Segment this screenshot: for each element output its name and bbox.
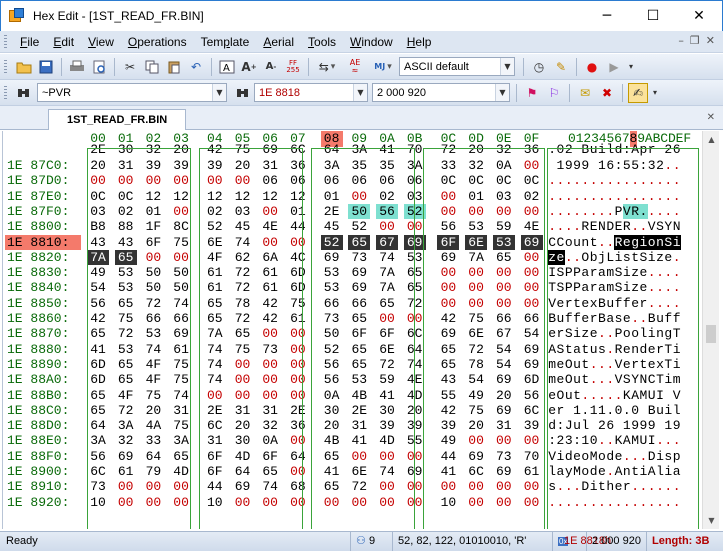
cut-icon[interactable]: ✂ bbox=[120, 57, 140, 77]
record-icon[interactable]: ● bbox=[582, 57, 602, 77]
mdi-restore-icon[interactable]: ❐ bbox=[690, 34, 700, 47]
display-mode-icon[interactable]: FF 255 bbox=[283, 57, 303, 77]
save-icon[interactable] bbox=[36, 57, 56, 77]
toolbar-grip[interactable] bbox=[4, 85, 7, 100]
status-length: Length: 3B bbox=[646, 532, 723, 551]
endian-icon[interactable]: ⇆ ▾ bbox=[314, 57, 340, 77]
menu-tools[interactable]: Tools bbox=[301, 32, 343, 52]
search-toolbar: ~PVR ▼ 1E 8818 ▼ 2 000 920 ▼ ⚑ ⚐ ✉ ✖ ✍ ▾ bbox=[0, 80, 723, 106]
clock-icon[interactable]: ◷ bbox=[529, 57, 549, 77]
menu-bar: File Edit View Operations Template Aerial Tool… bbox=[0, 31, 723, 53]
status-decimal: 2 000 920 bbox=[586, 532, 646, 551]
menu-window[interactable]: Window bbox=[343, 32, 400, 52]
minimize-icon: ─ bbox=[602, 8, 612, 24]
chevron-down-icon[interactable]: ▼ bbox=[500, 58, 514, 75]
char-set-value: ASCII default bbox=[404, 60, 469, 73]
search-input[interactable]: ~PVR ▼ bbox=[37, 83, 227, 102]
undo-icon[interactable]: ↶ bbox=[186, 57, 206, 77]
font-increase-icon[interactable]: A + bbox=[239, 57, 259, 77]
decimal-value: 2 000 920 bbox=[377, 86, 426, 99]
menu-edit[interactable]: Edit bbox=[46, 32, 81, 52]
close-button[interactable]: ✕ bbox=[676, 1, 722, 31]
clear-bookmarks-icon[interactable]: ✖ bbox=[597, 83, 617, 103]
title-bar: Hex Edit - [1ST_READ_FR.BIN] ─ ☐ ✕ bbox=[0, 0, 723, 31]
window-title: Hex Edit - [1ST_READ_FR.BIN] bbox=[33, 9, 204, 23]
toolbar-grip[interactable] bbox=[4, 59, 7, 74]
maximize-icon: ☐ bbox=[646, 8, 660, 24]
column-group-frame bbox=[311, 148, 415, 529]
maximize-button[interactable]: ☐ bbox=[630, 1, 676, 31]
scroll-thumb[interactable] bbox=[706, 325, 716, 343]
open-icon[interactable] bbox=[14, 57, 34, 77]
column-group-frame bbox=[423, 148, 545, 529]
status-line: ⚇ 9 bbox=[350, 532, 390, 551]
minimize-button[interactable]: ─ bbox=[584, 1, 630, 31]
svg-text:A: A bbox=[223, 63, 230, 74]
column-group-frame bbox=[547, 148, 699, 529]
chevron-down-icon[interactable]: ▼ bbox=[495, 84, 509, 101]
tab-1st-read-fr-bin[interactable]: 1ST_READ_FR.BIN bbox=[48, 109, 187, 130]
scroll-up-icon[interactable]: ▲ bbox=[703, 131, 720, 148]
font-decrease-icon[interactable]: A- bbox=[261, 57, 281, 77]
menu-operations[interactable]: Operations bbox=[121, 32, 194, 52]
menu-view[interactable]: View bbox=[81, 32, 121, 52]
play-icon[interactable]: ▶ bbox=[604, 57, 624, 77]
paste-icon[interactable] bbox=[164, 57, 184, 77]
document-tab-strip: 1ST_READ_FR.BIN ✕ bbox=[0, 106, 723, 130]
chevron-down-icon[interactable]: ▼ bbox=[353, 84, 367, 101]
highlight-icon[interactable]: ✎ bbox=[551, 57, 571, 77]
scroll-down-icon[interactable]: ▼ bbox=[703, 512, 720, 529]
menu-template[interactable]: Template bbox=[194, 32, 257, 52]
print-preview-icon[interactable] bbox=[89, 57, 109, 77]
close-icon: ✕ bbox=[693, 8, 705, 24]
address-input[interactable]: 1E 8818 ▼ bbox=[254, 83, 368, 102]
copy-icon[interactable] bbox=[142, 57, 162, 77]
column-group-frame bbox=[87, 148, 191, 529]
bookmark-next-icon[interactable]: ⚐ bbox=[544, 83, 564, 103]
main-toolbar: ✂ ↶ A A + A- FF 255 ⇆ ▾ AE ≈ MJ ▾ ASCII defau… bbox=[0, 54, 723, 80]
menu-aerial[interactable]: Aerial bbox=[256, 32, 301, 52]
font-icon[interactable]: A bbox=[217, 57, 237, 77]
mdi-close-icon[interactable]: ✕ bbox=[706, 34, 715, 47]
search-icon[interactable] bbox=[14, 83, 34, 103]
chevron-down-icon[interactable]: ▼ bbox=[212, 84, 226, 101]
menu-help[interactable]: Help bbox=[400, 32, 439, 52]
bookmarks-icon[interactable]: ✉ bbox=[575, 83, 595, 103]
hex-edit-app-icon[interactable] bbox=[9, 8, 25, 24]
toolbar-options-icon[interactable]: ▾ bbox=[650, 83, 660, 103]
print-icon[interactable] bbox=[67, 57, 87, 77]
status-values: 52, 82, 122, 01010010, 'R' bbox=[392, 532, 552, 551]
toolbar-options-icon[interactable]: ▾ bbox=[626, 57, 636, 77]
binoculars-icon: ⚇ bbox=[356, 535, 366, 547]
ebcdic-icon[interactable]: AE ≈ bbox=[342, 57, 368, 77]
hex-editor-view[interactable]: 00 01 02 03 04 05 06 07 08 09 0A 0B 0C 0D 0E 0F 01234567… bbox=[2, 131, 702, 529]
address-value: 1E 8818 bbox=[259, 86, 300, 99]
menu-grip[interactable] bbox=[4, 34, 7, 49]
char-set-select[interactable]: ASCII default ▼ bbox=[399, 57, 515, 76]
close-tab-icon[interactable]: ✕ bbox=[707, 112, 715, 123]
menu-file[interactable]: File bbox=[13, 32, 46, 52]
bookmark-flag-icon[interactable]: ⚑ bbox=[522, 83, 542, 103]
ascii-icon[interactable]: MJ ▾ bbox=[370, 57, 396, 77]
decimal-address-input[interactable]: 2 000 920 ▼ bbox=[372, 83, 510, 102]
search-value: ~PVR bbox=[42, 86, 72, 99]
status-ready: Ready bbox=[6, 535, 38, 547]
jump-hex-icon[interactable] bbox=[233, 83, 253, 103]
notepad-icon[interactable]: ✍ bbox=[628, 82, 648, 103]
mdi-minimize-icon[interactable]: – bbox=[678, 34, 684, 47]
vertical-scrollbar[interactable]: ▲ ▼ bbox=[702, 131, 719, 529]
column-group-frame bbox=[199, 148, 303, 529]
status-bar: Ready ⚇ 9 52, 82, 122, 01010010, 'R' 0x … bbox=[0, 531, 723, 551]
